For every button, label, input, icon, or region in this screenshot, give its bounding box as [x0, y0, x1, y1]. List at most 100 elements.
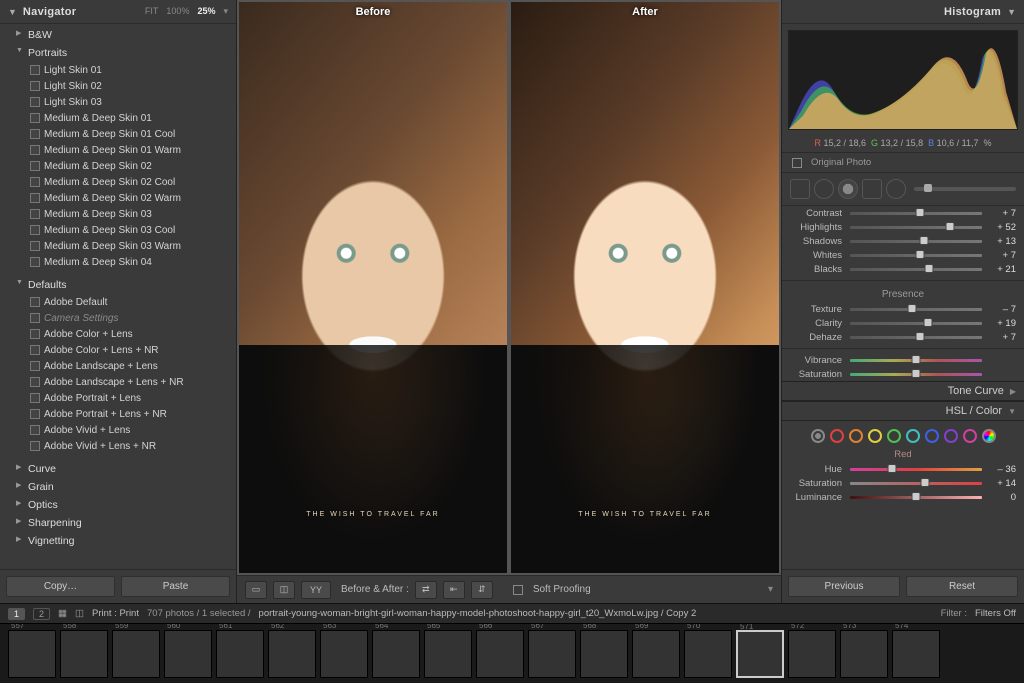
- filmstrip[interactable]: 5575585595605615625635645655665675685695…: [0, 623, 1024, 683]
- slider-track[interactable]: [850, 212, 982, 215]
- preset-group[interactable]: Vignetting: [0, 532, 236, 550]
- preset-item[interactable]: Adobe Color + Lens + NR: [0, 342, 236, 358]
- page-1[interactable]: 1: [8, 608, 25, 620]
- histogram-header[interactable]: Histogram ▼: [782, 0, 1024, 24]
- preset-item[interactable]: Medium & Deep Skin 02 Warm: [0, 190, 236, 206]
- filmstrip-thumb[interactable]: 566: [476, 630, 524, 678]
- preset-item[interactable]: Light Skin 01: [0, 62, 236, 78]
- redeye-tool-icon[interactable]: [838, 179, 858, 199]
- preset-item[interactable]: Camera Settings: [0, 310, 236, 326]
- slider-track[interactable]: [850, 322, 982, 325]
- preset-group-defaults[interactable]: Defaults: [0, 276, 236, 294]
- compare-view[interactable]: Before After: [237, 0, 781, 575]
- filmstrip-thumb[interactable]: 570: [684, 630, 732, 678]
- navigator-header[interactable]: ▼ Navigator FIT 100% 25% ▾: [0, 0, 236, 24]
- filmstrip-thumb[interactable]: 559: [112, 630, 160, 678]
- preset-group-bw[interactable]: B&W: [0, 26, 236, 44]
- preset-group[interactable]: Optics: [0, 496, 236, 514]
- preset-item[interactable]: Medium & Deep Skin 01 Cool: [0, 126, 236, 142]
- grid-view-icon[interactable]: YY: [301, 581, 331, 599]
- slider-track[interactable]: [850, 482, 982, 485]
- before-image[interactable]: Before: [239, 2, 507, 573]
- crop-tool-icon[interactable]: [790, 179, 810, 199]
- slider-thumb[interactable]: [915, 332, 924, 341]
- original-photo-checkbox[interactable]: [792, 158, 802, 168]
- swap-icon[interactable]: ⇄: [415, 581, 437, 599]
- filmstrip-thumb[interactable]: 569: [632, 630, 680, 678]
- hsl-aqua[interactable]: [906, 429, 920, 443]
- grad-tool-icon[interactable]: [862, 179, 882, 199]
- filmstrip-thumb[interactable]: 572: [788, 630, 836, 678]
- grid-icon[interactable]: ▦: [58, 608, 67, 619]
- slider-dehaze[interactable]: Dehaze + 7: [782, 330, 1024, 344]
- filmstrip-thumb[interactable]: 561: [216, 630, 264, 678]
- preset-item[interactable]: Medium & Deep Skin 01: [0, 110, 236, 126]
- hsl-orange[interactable]: [849, 429, 863, 443]
- slider-track[interactable]: [850, 373, 982, 376]
- hsl-yellow[interactable]: [868, 429, 882, 443]
- slider-texture[interactable]: Texture – 7: [782, 302, 1024, 316]
- preset-item[interactable]: Medium & Deep Skin 02: [0, 158, 236, 174]
- copy-button[interactable]: Copy…: [6, 576, 115, 597]
- filmstrip-thumb[interactable]: 562: [268, 630, 316, 678]
- chevron-down-icon[interactable]: ▾: [768, 584, 773, 595]
- original-photo-row[interactable]: Original Photo: [782, 152, 1024, 172]
- preset-item[interactable]: Light Skin 02: [0, 78, 236, 94]
- preset-item[interactable]: Adobe Portrait + Lens + NR: [0, 406, 236, 422]
- mask-slider[interactable]: [914, 187, 1016, 191]
- slider-thumb[interactable]: [923, 318, 932, 327]
- chevron-down-icon[interactable]: ▾: [223, 6, 228, 17]
- preset-item[interactable]: Medium & Deep Skin 01 Warm: [0, 142, 236, 158]
- filmstrip-thumb[interactable]: 573: [840, 630, 888, 678]
- slider-highlights[interactable]: Highlights + 52: [782, 220, 1024, 234]
- slider-whites[interactable]: Whites + 7: [782, 248, 1024, 262]
- slider-track[interactable]: [850, 359, 982, 362]
- preset-item[interactable]: Adobe Vivid + Lens: [0, 422, 236, 438]
- compare-view-icon[interactable]: ◫: [273, 581, 295, 599]
- histogram-chart[interactable]: [788, 30, 1018, 130]
- reset-button[interactable]: Reset: [906, 576, 1018, 597]
- slider-track[interactable]: [850, 254, 982, 257]
- preset-item[interactable]: Adobe Landscape + Lens: [0, 358, 236, 374]
- slider-shadows[interactable]: Shadows + 13: [782, 234, 1024, 248]
- slider-track[interactable]: [850, 268, 982, 271]
- slider-saturation[interactable]: Saturation + 14: [782, 476, 1024, 490]
- preset-item[interactable]: Medium & Deep Skin 03: [0, 206, 236, 222]
- preset-item[interactable]: Medium & Deep Skin 04: [0, 254, 236, 270]
- slider-track[interactable]: [850, 336, 982, 339]
- filmstrip-thumb[interactable]: 565: [424, 630, 472, 678]
- slider-thumb[interactable]: [908, 304, 917, 313]
- slider-thumb[interactable]: [921, 478, 930, 487]
- slider-track[interactable]: [850, 240, 982, 243]
- slider-track[interactable]: [850, 308, 982, 311]
- zoom-levels[interactable]: FIT 100% 25% ▾: [145, 6, 228, 17]
- preset-item[interactable]: Adobe Portrait + Lens: [0, 390, 236, 406]
- copy-settings-icon[interactable]: ⇵: [471, 581, 493, 599]
- slider-thumb[interactable]: [946, 222, 955, 231]
- hsl-purple[interactable]: [944, 429, 958, 443]
- slider-thumb[interactable]: [888, 464, 897, 473]
- preset-group[interactable]: Sharpening: [0, 514, 236, 532]
- filmstrip-thumb[interactable]: 557: [8, 630, 56, 678]
- hsl-magenta[interactable]: [963, 429, 977, 443]
- paste-button[interactable]: Paste: [121, 576, 230, 597]
- copy-left-icon[interactable]: ⇤: [443, 581, 465, 599]
- zoom-fit[interactable]: FIT: [145, 6, 159, 17]
- tonecurve-header[interactable]: Tone Curve ▶: [782, 381, 1024, 401]
- filmstrip-thumb[interactable]: 563: [320, 630, 368, 678]
- slider-thumb[interactable]: [925, 264, 934, 273]
- preset-item[interactable]: Medium & Deep Skin 03 Warm: [0, 238, 236, 254]
- hsl-blue[interactable]: [925, 429, 939, 443]
- loupe-view-icon[interactable]: ▭: [245, 581, 267, 599]
- page-2[interactable]: 2: [33, 608, 50, 620]
- filmstrip-thumb[interactable]: 558: [60, 630, 108, 678]
- slider-hue[interactable]: Hue – 36: [782, 462, 1024, 476]
- slider-thumb[interactable]: [919, 236, 928, 245]
- preset-item[interactable]: Adobe Landscape + Lens + NR: [0, 374, 236, 390]
- preset-item[interactable]: Adobe Vivid + Lens + NR: [0, 438, 236, 454]
- slider-thumb[interactable]: [915, 208, 924, 217]
- filmstrip-thumb[interactable]: 571: [736, 630, 784, 678]
- previous-button[interactable]: Previous: [788, 576, 900, 597]
- slider-clarity[interactable]: Clarity + 19: [782, 316, 1024, 330]
- after-image[interactable]: After: [511, 2, 779, 573]
